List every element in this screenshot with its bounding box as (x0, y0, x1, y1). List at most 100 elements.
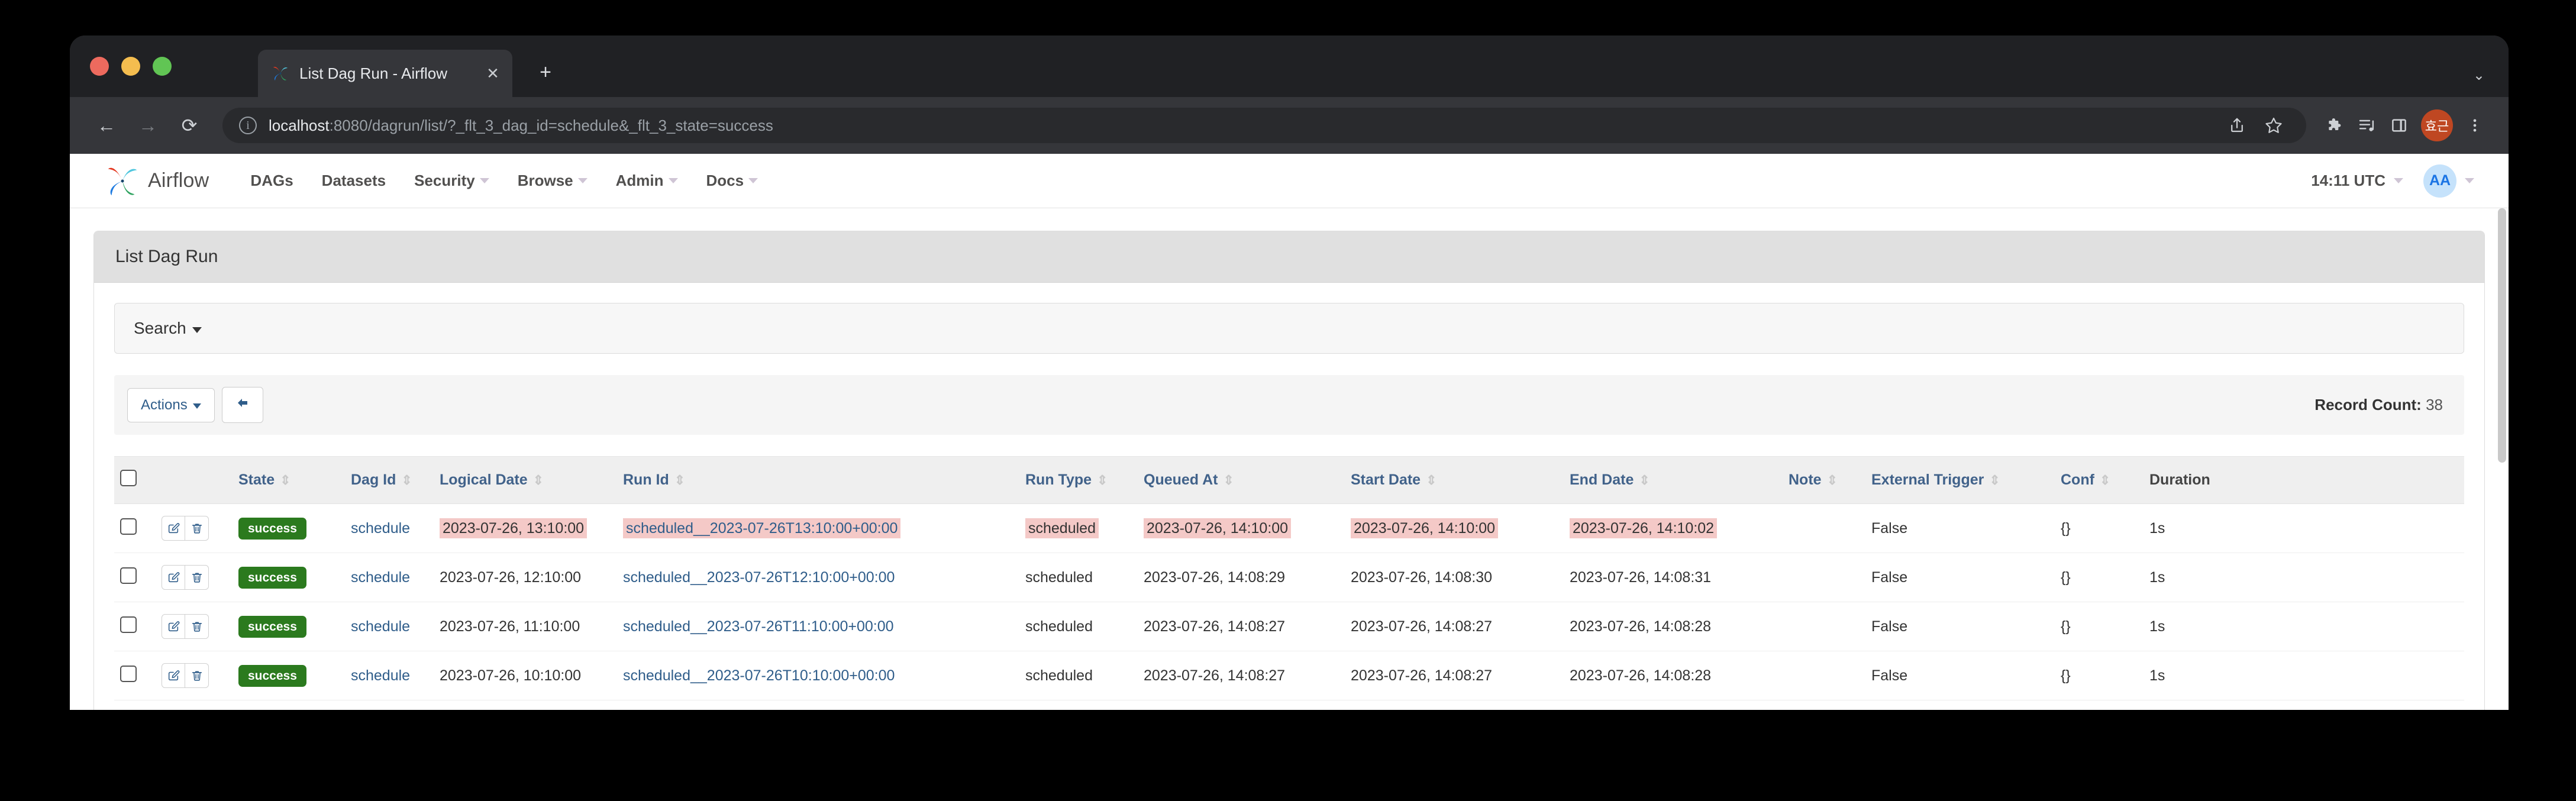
airflow-brand[interactable]: Airflow (104, 163, 209, 199)
close-tab-icon[interactable]: ✕ (483, 63, 503, 83)
column-header-conf[interactable]: Conf ⇕ (2055, 456, 2144, 504)
forward-button[interactable]: → (131, 109, 164, 142)
nav-item-datasets[interactable]: Datasets (308, 172, 400, 190)
edit-record-button[interactable] (162, 614, 185, 639)
side-panel-icon[interactable] (2383, 109, 2415, 141)
row-action-buttons (162, 663, 209, 688)
table-row[interactable]: success schedule 2023-07-26, 11:10:00 sched… (114, 602, 2464, 651)
header-label: Logical Date (440, 471, 528, 488)
actions-button[interactable]: Actions (127, 387, 215, 422)
browser-tab[interactable]: List Dag Run - Airflow ✕ (258, 50, 512, 97)
page-scrollbar[interactable] (2497, 208, 2507, 709)
kebab-menu-icon[interactable] (2459, 109, 2491, 141)
dag-id-link[interactable]: schedule (351, 520, 410, 537)
nav-item-docs[interactable]: Docs (692, 172, 773, 190)
cell-run-id: scheduled__2023-07-26T11:10:00+00:00 (617, 602, 1019, 651)
table-row[interactable]: success schedule 2023-07-26, 10:10:00 sched… (114, 651, 2464, 700)
nav-label: Browse (517, 172, 573, 189)
column-header-state[interactable]: State ⇕ (233, 456, 345, 504)
cell-queued-at: 2023-07-26, 14:08:29 (1138, 553, 1345, 602)
run-id-link[interactable]: scheduled__2023-07-26T11:10:00+00:00 (623, 618, 894, 635)
chevron-down-icon[interactable]: ⌄ (2473, 67, 2485, 84)
delete-record-button[interactable] (185, 614, 209, 639)
profile-avatar[interactable]: 효근 (2421, 109, 2453, 141)
utc-clock-label: 14:11 UTC (2311, 172, 2385, 189)
nav-item-admin[interactable]: Admin (602, 172, 692, 190)
tab-title: List Dag Run - Airflow (299, 64, 447, 82)
highlighted-text: 2023-07-26, 14:10:00 (1144, 518, 1292, 538)
edit-record-button[interactable] (162, 516, 185, 541)
edit-record-button[interactable] (162, 663, 185, 688)
header-label: State (238, 471, 275, 488)
browser-toolbar: ← → ⟳ i localhost:8080/dagrun/list/?_flt… (70, 97, 2509, 154)
address-bar[interactable]: i localhost:8080/dagrun/list/?_flt_3_dag… (222, 108, 2306, 143)
chevron-down-icon (668, 178, 678, 183)
delete-record-button[interactable] (185, 565, 209, 590)
table-row[interactable]: success schedule 2023-07-26, 13:10:00 sched… (114, 503, 2464, 553)
edit-record-button[interactable] (162, 565, 185, 590)
cell-state: success (233, 700, 345, 710)
column-header-queued-at[interactable]: Queued At ⇕ (1138, 456, 1345, 504)
row-checkbox[interactable] (120, 518, 137, 535)
run-id-link[interactable]: scheduled__2023-07-26T10:10:00+00:00 (623, 667, 895, 684)
reload-button[interactable]: ⟳ (173, 109, 206, 142)
column-header-run-type[interactable]: Run Type ⇕ (1019, 456, 1138, 504)
dag-id-link[interactable]: schedule (351, 667, 410, 684)
column-header-start-date[interactable]: Start Date ⇕ (1345, 456, 1564, 504)
delete-record-button[interactable] (185, 516, 209, 541)
search-label: Search (134, 319, 186, 337)
back-button[interactable]: ← (90, 109, 123, 142)
highlighted-text: 2023-07-26, 14:10:00 (1351, 518, 1499, 538)
column-header-logical-date[interactable]: Logical Date ⇕ (434, 456, 617, 504)
back-to-list-button[interactable] (221, 387, 263, 423)
nav-label: Admin (615, 172, 664, 189)
row-action-buttons (162, 614, 209, 639)
header-label: Note (1789, 471, 1822, 488)
run-id-link[interactable]: scheduled__2023-07-26T12:10:00+00:00 (623, 569, 895, 586)
table-row[interactable]: success schedule 2023-07-26, 12:10:00 sched… (114, 553, 2464, 602)
column-header-external-trigger[interactable]: External Trigger ⇕ (1865, 456, 2055, 504)
row-checkbox[interactable] (120, 567, 137, 584)
cell-logical-date: 2023-07-26, 09:10:00 (434, 700, 617, 710)
column-header-dag-id[interactable]: Dag Id ⇕ (345, 456, 434, 504)
maximize-window-button[interactable] (153, 57, 172, 76)
omnibox-actions (2221, 109, 2290, 141)
airflow-wordmark: Airflow (148, 169, 209, 192)
site-info-icon[interactable]: i (239, 117, 257, 134)
url-text: localhost:8080/dagrun/list/?_flt_3_dag_i… (269, 117, 773, 135)
cell-end-date: 2023-07-26, 14:10:02 (1564, 503, 1783, 553)
share-icon[interactable] (2221, 109, 2253, 141)
row-checkbox[interactable] (120, 616, 137, 633)
star-icon[interactable] (2258, 109, 2290, 141)
chevron-down-icon (577, 178, 587, 183)
puzzle-icon[interactable] (2319, 109, 2351, 141)
airflow-pinwheel-icon (271, 64, 290, 83)
close-window-button[interactable] (90, 57, 109, 76)
select-all-checkbox[interactable] (120, 470, 137, 486)
column-header-note[interactable]: Note ⇕ (1783, 456, 1865, 504)
minimize-window-button[interactable] (121, 57, 140, 76)
browser-window: List Dag Run - Airflow ✕ + ⌄ ← → ⟳ i loc… (70, 35, 2509, 710)
scrollbar-thumb[interactable] (2498, 208, 2506, 463)
new-tab-button[interactable]: + (531, 58, 560, 86)
dag-id-link[interactable]: schedule (351, 569, 410, 586)
panel-body: Search Actions Record Count: 38 State ⇕ … (94, 283, 2484, 710)
column-header-run-id[interactable]: Run Id ⇕ (617, 456, 1019, 504)
cell-run-type: scheduled (1019, 651, 1138, 700)
row-actions-cell (156, 700, 233, 710)
column-header-end-date[interactable]: End Date ⇕ (1564, 456, 1783, 504)
nav-item-browse[interactable]: Browse (503, 172, 602, 190)
run-id-link[interactable]: scheduled__2023-07-26T13:10:00+00:00 (626, 520, 898, 537)
user-menu[interactable]: AA (2423, 164, 2474, 198)
record-count: Record Count: 38 (2314, 396, 2451, 414)
row-checkbox[interactable] (120, 665, 137, 682)
media-list-icon[interactable] (2351, 109, 2383, 141)
nav-item-dags[interactable]: DAGs (236, 172, 307, 190)
cell-run-type: scheduled (1019, 602, 1138, 651)
delete-record-button[interactable] (185, 663, 209, 688)
table-row[interactable]: successschedule2023-07-26, 09:10:00sched… (114, 700, 2464, 710)
dag-id-link[interactable]: schedule (351, 618, 410, 635)
search-toggle[interactable]: Search (114, 303, 2464, 354)
nav-item-security[interactable]: Security (400, 172, 503, 190)
utc-clock[interactable]: 14:11 UTC (2311, 172, 2423, 190)
